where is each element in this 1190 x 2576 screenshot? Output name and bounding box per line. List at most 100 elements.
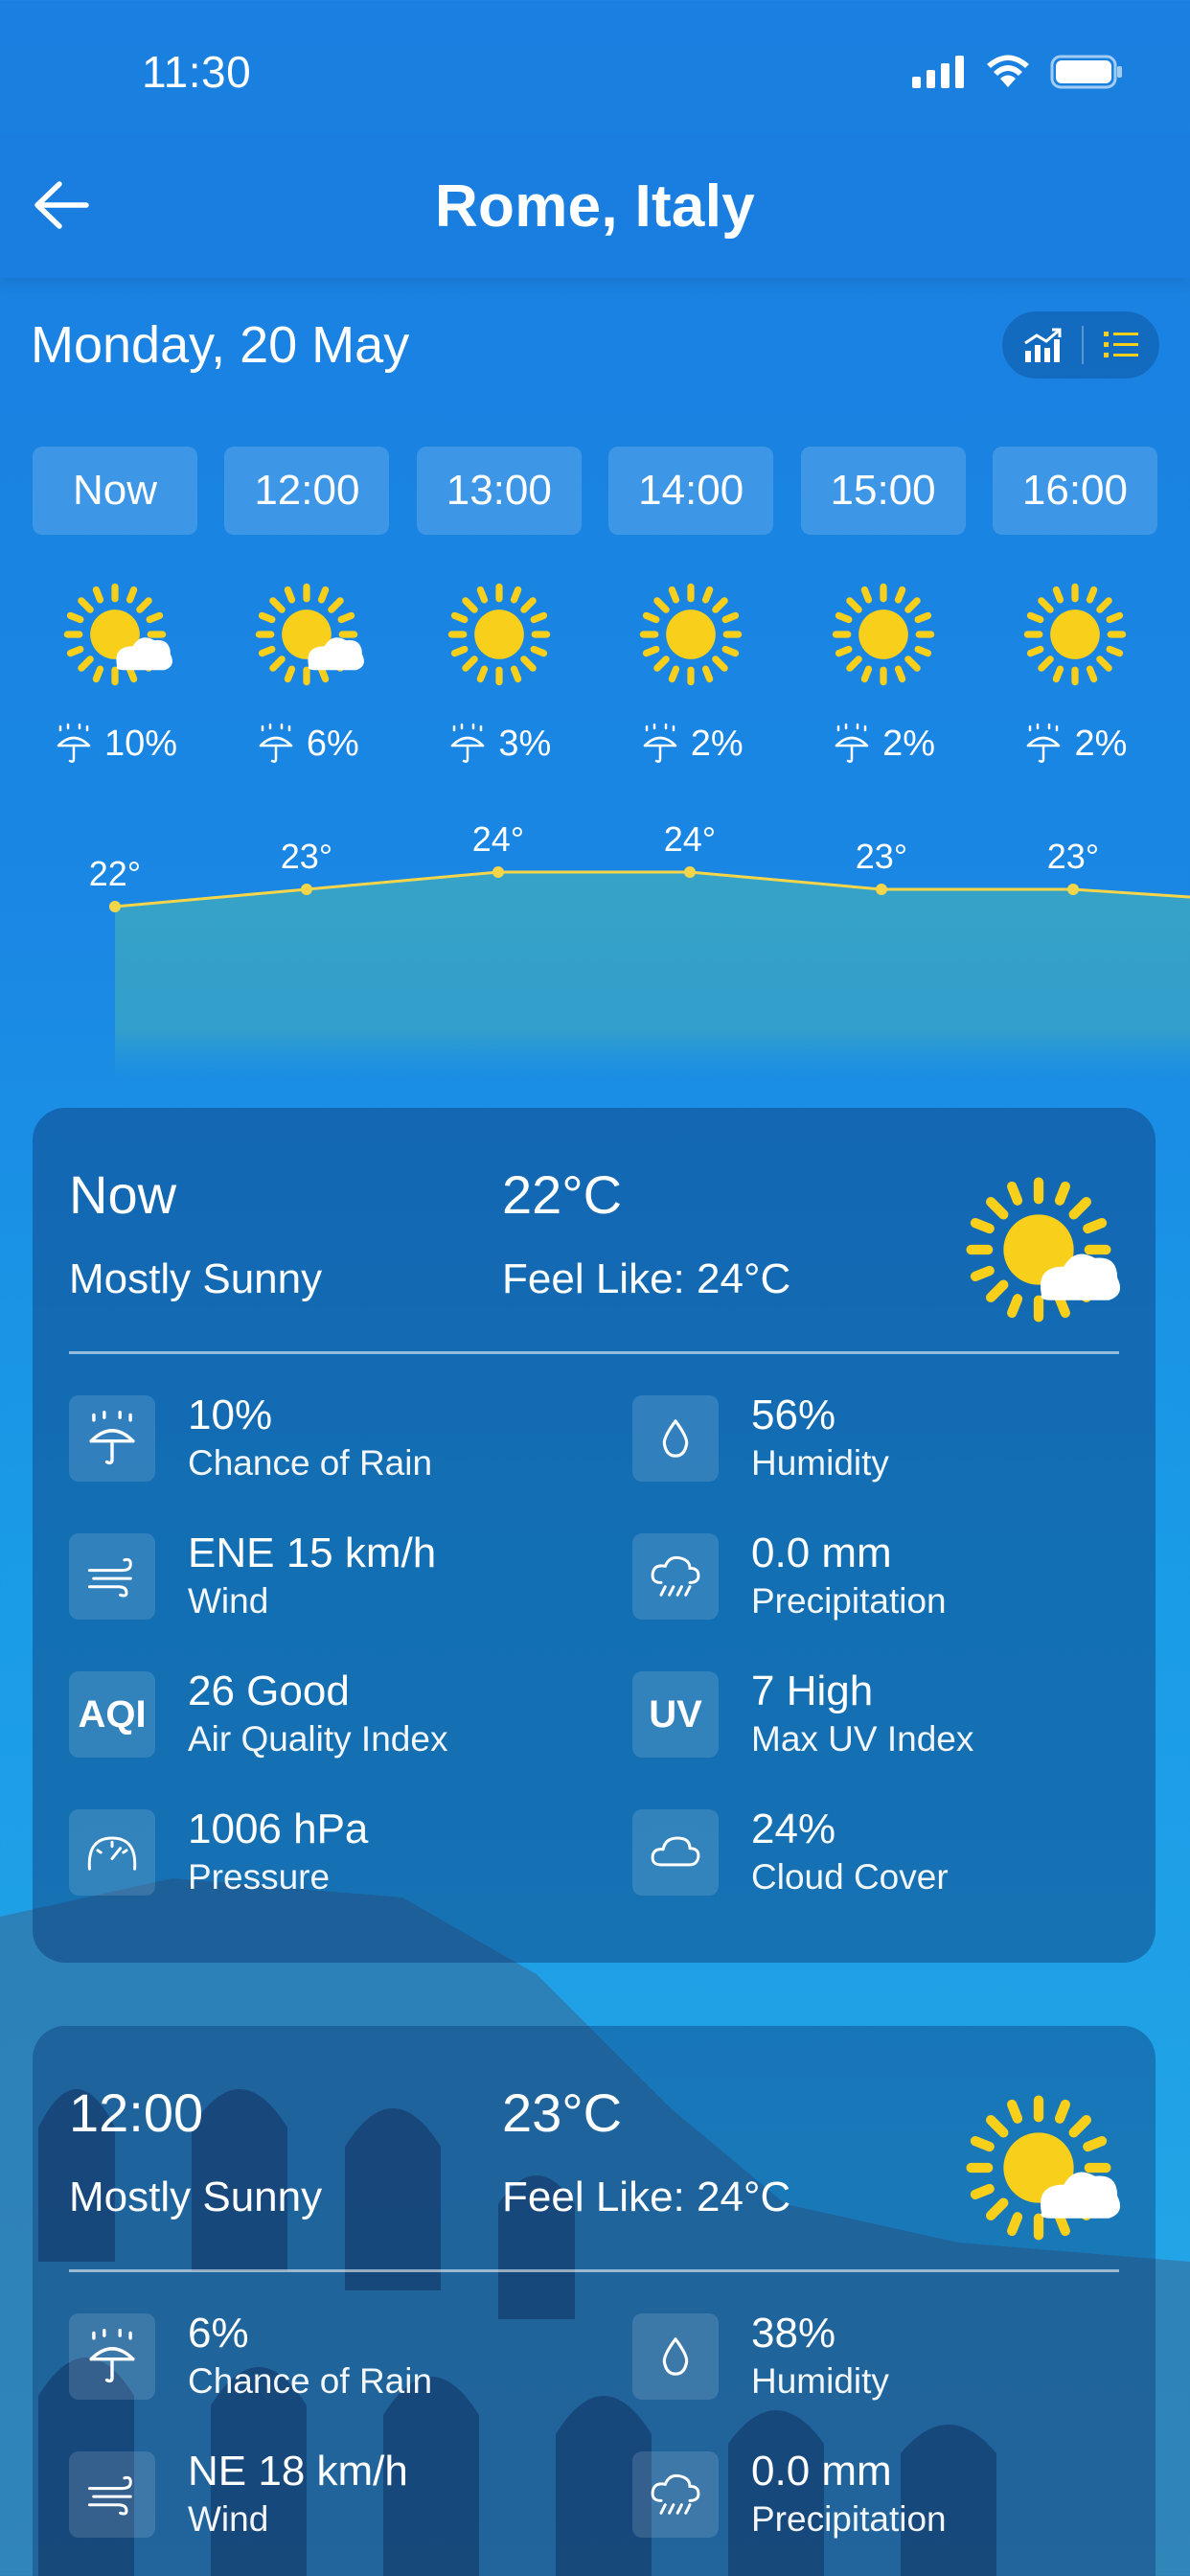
umbrella-rain-icon	[831, 723, 873, 765]
card-feel-like: Feel Like: 24°C	[502, 2174, 791, 2220]
rain-chance: 3%	[446, 723, 551, 765]
temperature-point	[109, 901, 121, 912]
temperature-label: 24°	[664, 819, 716, 859]
metrics-grid: 6% Chance of Rain 38% Humidity NE 18 km/h W…	[69, 2310, 1123, 2539]
card-temperature: 23°C	[502, 2082, 623, 2143]
hour-tab-1300[interactable]: 13:00	[416, 447, 582, 535]
umbrella-rain-icon	[446, 723, 489, 765]
metric-label: Chance of Rain	[188, 1443, 433, 1483]
date-label: Monday, 20 May	[31, 316, 410, 374]
metric-label: Precipitation	[751, 2499, 947, 2539]
metric-value: 38%	[751, 2310, 836, 2357]
hour-tab-1500[interactable]: 15:00	[800, 447, 966, 535]
metric-value: 6%	[188, 2310, 249, 2357]
metric-aqi: AQI 26 Good Air Quality Index	[69, 1668, 632, 1759]
back-arrow-icon	[34, 181, 89, 229]
metric-wind: ENE 15 km/h Wind	[69, 1530, 632, 1621]
metric-label: Wind	[188, 1581, 269, 1621]
umbrella-rain-icon	[639, 723, 681, 765]
sunny-icon	[824, 575, 943, 694]
droplet-icon	[632, 1395, 719, 1482]
cloud-icon	[632, 1809, 719, 1896]
sunny-icon	[1016, 575, 1134, 694]
metric-wind: NE 18 km/h Wind	[69, 2448, 632, 2539]
card-time: 12:00	[69, 2082, 204, 2143]
temperature-label: 22°	[89, 854, 141, 893]
metric-uv: UV 7 High Max UV Index	[632, 1668, 1123, 1759]
page-title: Rome, Italy	[434, 172, 756, 240]
date-row: Monday, 20 May	[31, 309, 1159, 381]
metric-pressure: 1006 hPa Pressure	[69, 1806, 632, 1897]
temperature-area	[115, 872, 1190, 1083]
card-header: 12:00 Mostly Sunny 23°C Feel Like: 24°C	[33, 2026, 1156, 2266]
temperature-point	[684, 866, 696, 878]
hourly-conditions: 10% 6% 3% 2% 2% 2%	[33, 575, 1157, 765]
hourly-condition: 6%	[224, 575, 389, 765]
metric-rain: 6% Chance of Rain	[69, 2310, 632, 2401]
aqi-badge: AQI	[69, 1671, 155, 1758]
sunny-icon	[631, 575, 750, 694]
metric-precipitation: 0.0 mm Precipitation	[632, 1530, 1123, 1621]
divider	[69, 1351, 1119, 1354]
hourly-condition: 2%	[801, 575, 966, 765]
temperature-label: 23°	[281, 837, 332, 876]
metric-value: 7 High	[751, 1668, 874, 1714]
umbrella-rain-icon	[255, 723, 297, 765]
hourly-condition: 3%	[417, 575, 582, 765]
partly-sunny-icon	[954, 1165, 1123, 1334]
toggle-divider	[1081, 326, 1084, 364]
wind-icon	[69, 2451, 155, 2538]
metric-label: Max UV Index	[751, 1719, 974, 1759]
metric-rain: 10% Chance of Rain	[69, 1392, 632, 1483]
partly-sunny-icon	[954, 2083, 1123, 2252]
metric-value: NE 18 km/h	[188, 2448, 408, 2495]
metric-value: 24%	[751, 1806, 836, 1852]
metric-value: 26 Good	[188, 1668, 350, 1714]
temperature-point	[301, 884, 312, 895]
rain-chance-value: 2%	[882, 723, 936, 764]
metric-value: 56%	[751, 1392, 836, 1438]
view-toggle	[1002, 311, 1159, 379]
metric-label: Pressure	[188, 1857, 331, 1897]
droplet-icon	[632, 2313, 719, 2400]
hour-tab-1600[interactable]: 16:00	[992, 447, 1157, 535]
card-temperature: 22°C	[502, 1164, 623, 1225]
rain-chance-value: 3%	[498, 723, 552, 764]
umbrella-rain-icon	[69, 2313, 155, 2400]
hour-tab-now[interactable]: Now	[33, 447, 197, 535]
hourly-condition: 10%	[33, 575, 197, 765]
signal-icon	[912, 56, 964, 88]
list-view-icon[interactable]	[1102, 329, 1140, 361]
partly-sunny-icon	[247, 575, 366, 694]
metric-value: 0.0 mm	[751, 2448, 892, 2495]
rain-chance-value: 2%	[1074, 723, 1128, 764]
back-button[interactable]	[27, 171, 96, 240]
app-header: Rome, Italy	[0, 134, 1190, 278]
uv-badge: UV	[632, 1671, 719, 1758]
metric-cloud-cover: 24% Cloud Cover	[632, 1806, 1123, 1897]
partly-sunny-icon	[56, 575, 174, 694]
chart-view-icon[interactable]	[1021, 326, 1064, 364]
temperature-point	[492, 866, 504, 878]
umbrella-rain-icon	[69, 1395, 155, 1482]
temperature-label: 23°	[1047, 837, 1099, 876]
metric-label: Humidity	[751, 2361, 889, 2401]
metric-label: Humidity	[751, 1443, 889, 1483]
hour-tab-1400[interactable]: 14:00	[608, 447, 774, 535]
rain-chance: 10%	[53, 723, 177, 765]
rain-chance-value: 2%	[690, 723, 744, 764]
temperature-point	[1067, 884, 1079, 895]
metric-value: 10%	[188, 1392, 273, 1438]
wifi-icon	[987, 55, 1029, 87]
temperature-label: 23°	[856, 837, 907, 876]
metric-label: Chance of Rain	[188, 2361, 433, 2401]
hour-tab-1200[interactable]: 12:00	[224, 447, 390, 535]
card-feel-like: Feel Like: 24°C	[502, 1255, 791, 1302]
cloud-rain-icon	[632, 1533, 719, 1620]
metric-humidity: 56% Humidity	[632, 1392, 1123, 1483]
metric-value: 1006 hPa	[188, 1806, 369, 1852]
rain-chance: 6%	[255, 723, 359, 765]
card-header: Now Mostly Sunny 22°C Feel Like: 24°C	[33, 1108, 1156, 1347]
hourly-condition: 2%	[608, 575, 773, 765]
metric-value: 0.0 mm	[751, 1530, 892, 1576]
